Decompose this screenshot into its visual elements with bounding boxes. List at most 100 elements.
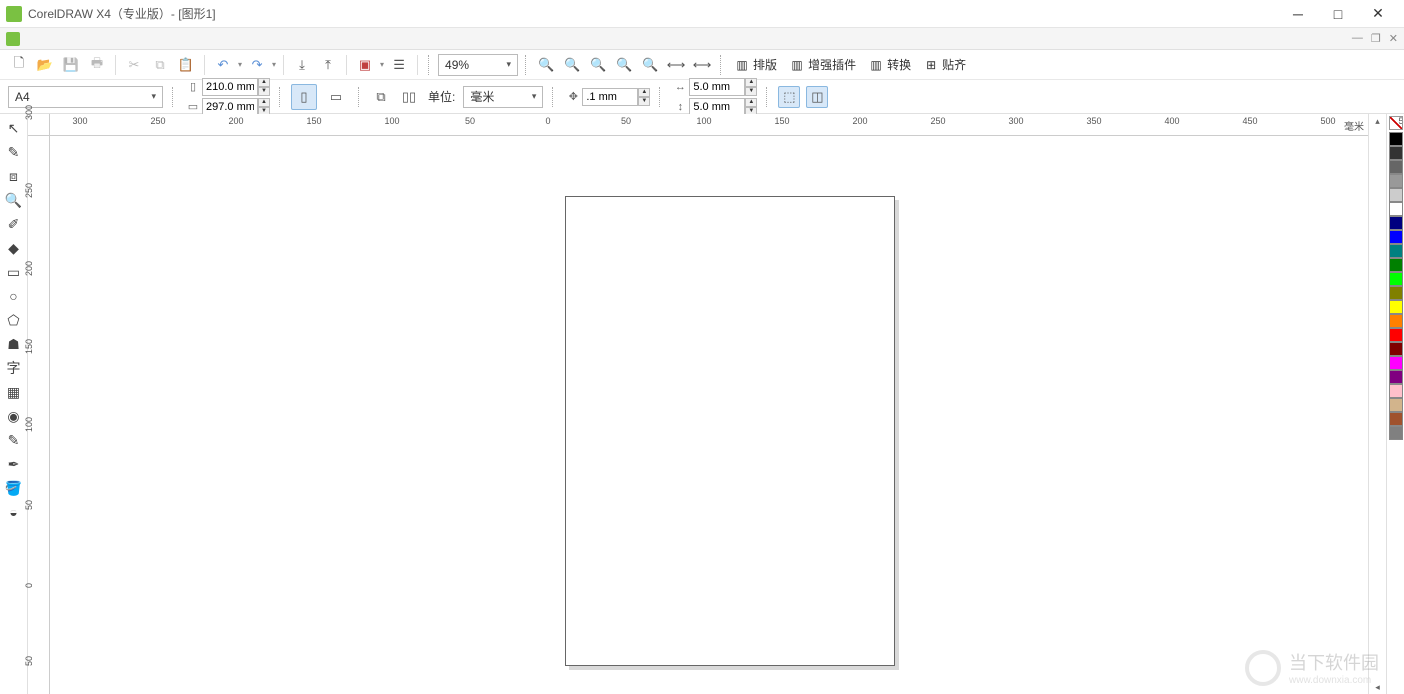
color-swatch[interactable] bbox=[1389, 328, 1403, 342]
menu-snap[interactable]: ⊞贴齐 bbox=[919, 53, 970, 77]
new-icon[interactable]: 🗋 bbox=[8, 54, 30, 76]
zoom-in-icon[interactable]: 🔍 bbox=[535, 54, 557, 76]
open-icon[interactable]: 📂 bbox=[34, 54, 56, 76]
smart-fill-tool-icon[interactable]: ◆ bbox=[2, 236, 26, 260]
freehand-tool-icon[interactable]: ✐ bbox=[2, 212, 26, 236]
spin-up[interactable]: ▲ bbox=[258, 98, 270, 107]
color-swatch[interactable] bbox=[1389, 342, 1403, 356]
zoom-out-icon[interactable]: 🔍 bbox=[561, 54, 583, 76]
color-swatch[interactable] bbox=[1389, 202, 1403, 216]
page[interactable] bbox=[565, 196, 895, 666]
nudge-input[interactable] bbox=[582, 88, 638, 106]
ellipse-tool-icon[interactable]: ○ bbox=[2, 284, 26, 308]
zoom-all-icon[interactable]: 🔍 bbox=[613, 54, 635, 76]
paste-icon[interactable]: 📋 bbox=[175, 54, 197, 76]
app-launcher-icon[interactable]: ▣ bbox=[354, 54, 376, 76]
zoom-tool-icon[interactable]: 🔍 bbox=[2, 188, 26, 212]
color-swatch[interactable] bbox=[1389, 286, 1403, 300]
portrait-button[interactable]: ▯ bbox=[291, 84, 317, 110]
eyedropper-tool-icon[interactable]: ✎ bbox=[2, 428, 26, 452]
zoom-height-icon[interactable]: ⟷ bbox=[691, 54, 713, 76]
zoom-selection-icon[interactable]: 🔍 bbox=[587, 54, 609, 76]
spin-down[interactable]: ▼ bbox=[638, 97, 650, 106]
zoom-combo[interactable]: 49% ▾ bbox=[438, 54, 518, 76]
drawing-canvas[interactable] bbox=[50, 136, 1368, 694]
menu-enhance[interactable]: ▥增强插件 bbox=[785, 53, 860, 77]
flyout-arrow-icon[interactable]: ◂ bbox=[1375, 680, 1380, 694]
color-swatch[interactable] bbox=[1389, 370, 1403, 384]
spin-up[interactable]: ▲ bbox=[745, 98, 757, 107]
document-icon[interactable] bbox=[6, 32, 20, 46]
nudge-spinner[interactable]: ✥ ▲▼ bbox=[564, 87, 650, 107]
save-icon[interactable]: 💾 bbox=[60, 54, 82, 76]
dup-x-spinner[interactable]: ↔ ▲▼ bbox=[671, 77, 757, 97]
color-swatch[interactable] bbox=[1389, 160, 1403, 174]
horizontal-ruler[interactable]: 毫米 3002502001501005005010015020025030035… bbox=[50, 114, 1368, 136]
print-icon[interactable]: 🖶 bbox=[86, 54, 108, 76]
spin-up[interactable]: ▲ bbox=[258, 78, 270, 87]
text-tool-icon[interactable]: 字 bbox=[2, 356, 26, 380]
landscape-button[interactable]: ▭ bbox=[323, 84, 349, 110]
pick-tool-icon[interactable]: ↖ bbox=[2, 116, 26, 140]
color-swatch[interactable] bbox=[1389, 356, 1403, 370]
interactive-fill-tool-icon[interactable]: ◒ bbox=[2, 500, 26, 524]
color-swatch[interactable] bbox=[1389, 146, 1403, 160]
crop-tool-icon[interactable]: ⧈ bbox=[2, 164, 26, 188]
spin-down[interactable]: ▼ bbox=[258, 87, 270, 96]
color-swatch[interactable] bbox=[1389, 216, 1403, 230]
color-swatch[interactable] bbox=[1389, 258, 1403, 272]
color-swatch[interactable] bbox=[1389, 384, 1403, 398]
cut-icon[interactable]: ✂ bbox=[123, 54, 145, 76]
spin-up[interactable]: ▲ bbox=[745, 78, 757, 87]
menu-convert[interactable]: ▥转换 bbox=[864, 53, 915, 77]
snap-bounding-button[interactable]: ◫ bbox=[806, 86, 828, 108]
doc-close-button[interactable]: ✕ bbox=[1389, 32, 1398, 45]
color-swatch[interactable] bbox=[1389, 174, 1403, 188]
page-height-input[interactable] bbox=[202, 98, 258, 116]
undo-icon[interactable]: ↶ bbox=[212, 54, 234, 76]
units-combo[interactable]: 毫米 ▾ bbox=[463, 86, 543, 108]
dup-y-input[interactable] bbox=[689, 98, 745, 116]
doc-restore-button[interactable]: ❐ bbox=[1371, 32, 1381, 45]
zoom-page-icon[interactable]: 🔍 bbox=[639, 54, 661, 76]
shape-tool-icon[interactable]: ✎ bbox=[2, 140, 26, 164]
color-swatch[interactable] bbox=[1389, 188, 1403, 202]
treat-as-filled-button[interactable]: ⬚ bbox=[778, 86, 800, 108]
spin-down[interactable]: ▼ bbox=[745, 87, 757, 96]
vertical-ruler[interactable]: 50050100150200250300 bbox=[28, 136, 50, 694]
rectangle-tool-icon[interactable]: ▭ bbox=[2, 260, 26, 284]
close-button[interactable]: ✕ bbox=[1358, 0, 1398, 28]
color-swatch[interactable] bbox=[1389, 412, 1403, 426]
dup-x-input[interactable] bbox=[689, 78, 745, 96]
no-color-swatch[interactable] bbox=[1389, 116, 1403, 130]
redo-icon[interactable]: ↷ bbox=[246, 54, 268, 76]
basic-shapes-tool-icon[interactable]: ☗ bbox=[2, 332, 26, 356]
color-swatch[interactable] bbox=[1389, 230, 1403, 244]
all-pages-icon[interactable]: ⧉ bbox=[370, 86, 392, 108]
page-width-spinner[interactable]: ▯ ▲▼ bbox=[184, 77, 270, 97]
minimize-button[interactable]: ─ bbox=[1278, 0, 1318, 28]
color-swatch[interactable] bbox=[1389, 272, 1403, 286]
interactive-blend-tool-icon[interactable]: ◉ bbox=[2, 404, 26, 428]
copy-icon[interactable]: ⧉ bbox=[149, 54, 171, 76]
import-icon[interactable]: ⤓ bbox=[291, 54, 313, 76]
color-swatch[interactable] bbox=[1389, 244, 1403, 258]
doc-minimize-button[interactable]: — bbox=[1352, 32, 1363, 45]
color-swatch[interactable] bbox=[1389, 426, 1403, 440]
page-width-input[interactable] bbox=[202, 78, 258, 96]
export-icon[interactable]: ⤒ bbox=[317, 54, 339, 76]
color-swatch[interactable] bbox=[1389, 314, 1403, 328]
color-swatch[interactable] bbox=[1389, 132, 1403, 146]
maximize-button[interactable]: □ bbox=[1318, 0, 1358, 28]
menu-layout[interactable]: ▥排版 bbox=[730, 53, 781, 77]
zoom-width-icon[interactable]: ⟷ bbox=[665, 54, 687, 76]
polygon-tool-icon[interactable]: ⬠ bbox=[2, 308, 26, 332]
color-swatch[interactable] bbox=[1389, 398, 1403, 412]
outline-tool-icon[interactable]: ✒ bbox=[2, 452, 26, 476]
welcome-icon[interactable]: ☰ bbox=[388, 54, 410, 76]
table-tool-icon[interactable]: ▦ bbox=[2, 380, 26, 404]
color-swatch[interactable] bbox=[1389, 300, 1403, 314]
scroll-up-icon[interactable]: ▴ bbox=[1375, 114, 1380, 128]
current-page-icon[interactable]: ▯▯ bbox=[398, 86, 420, 108]
spin-up[interactable]: ▲ bbox=[638, 88, 650, 97]
